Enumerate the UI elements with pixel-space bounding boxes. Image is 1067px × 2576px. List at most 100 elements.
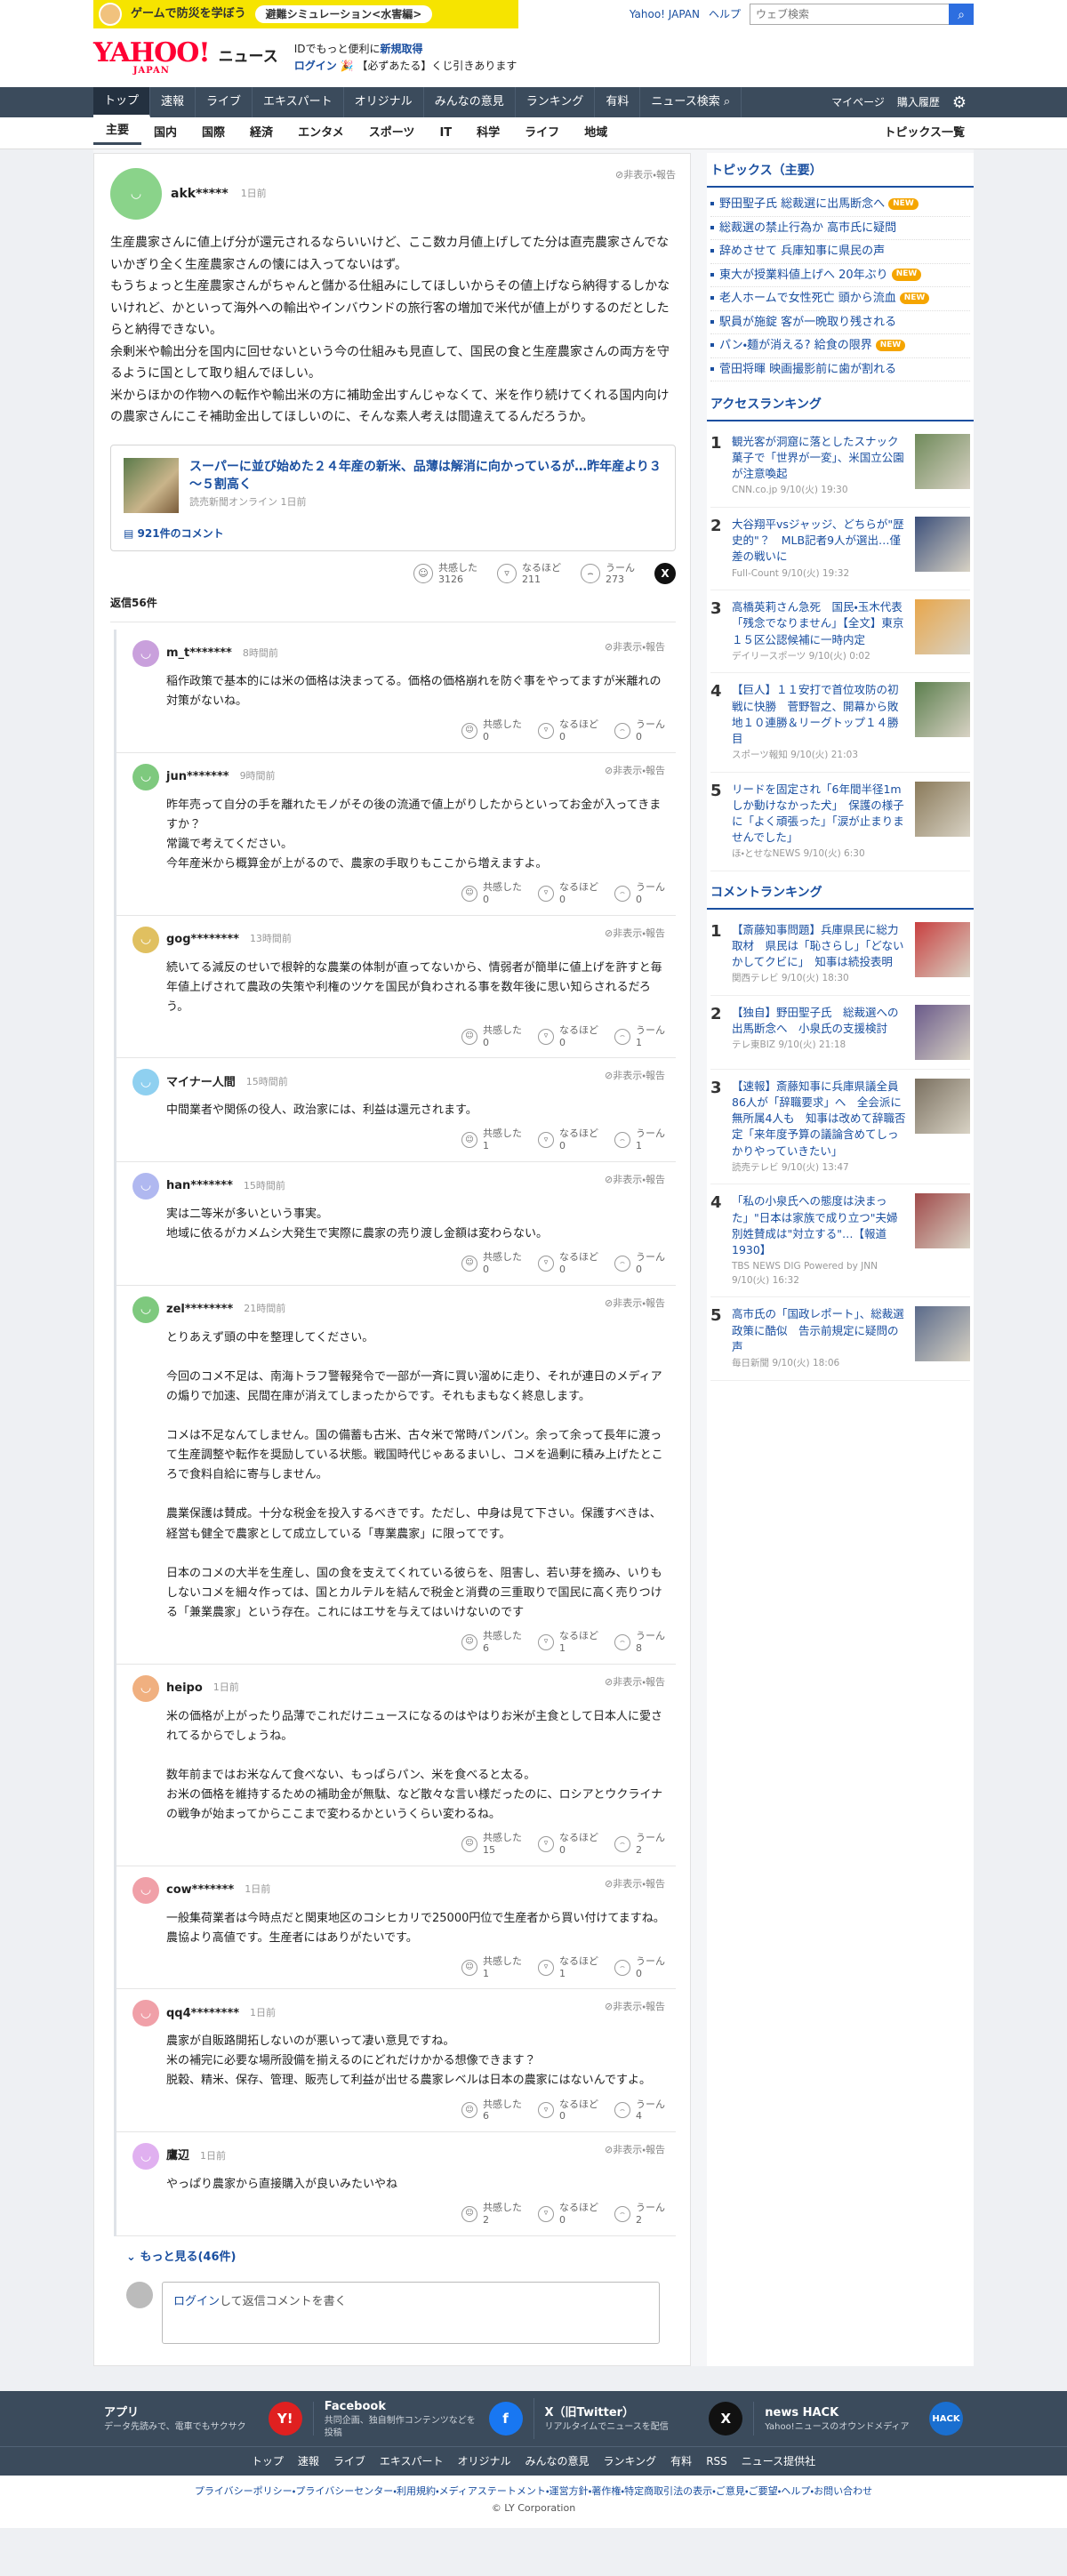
hmm-button[interactable]: ⌢ うーん 2 [614,1832,665,1857]
comment-user[interactable]: qq4******** [166,2005,239,2023]
promo-banner[interactable]: ゲームで防災を学ぼう 避難シミュレーション<水害編> [93,0,518,28]
empathy-button[interactable]: ☺ 共感した 3126 [413,562,477,587]
cat-domestic[interactable]: 国内 [141,124,189,142]
ranking-item[interactable]: 5 リードを固定され「6年間半径1mしか動けなかった犬」 保護の様子に「よく頑張っ… [710,773,970,871]
ranking-title[interactable]: 【速報】斎藤知事に兵庫県議全員86人が「辞職要求」へ 全会派に無所属4人も 知事… [732,1079,908,1160]
footer-nav-item[interactable]: トップ [252,2453,284,2469]
topic-title[interactable]: 辞めさせて 兵庫知事に県民の声 [719,245,885,258]
comment-user[interactable]: zel******** [166,1301,233,1319]
search-button[interactable]: ⌕ [949,4,974,25]
ranking-title[interactable]: リードを固定され「6年間半径1mしか動けなかった犬」 保護の様子に「よく頑張った… [732,782,908,847]
access-ranking-heading[interactable]: アクセスランキング [707,387,974,421]
comment-user[interactable]: m_t******* [166,645,232,662]
empathy-button[interactable]: ☺ 共感した 6 [461,2099,522,2123]
empathy-button[interactable]: ☺ 共感した 1 [461,1955,522,1980]
web-search-input[interactable] [750,4,949,25]
empathy-button[interactable]: ☺ 共感した 6 [461,1630,522,1655]
topic-item[interactable]: 老人ホームで女性死亡 頭から流血 NEW [710,287,970,311]
hmm-button[interactable]: ⌢ うーん 0 [614,881,665,906]
cat-economy[interactable]: 経済 [237,124,285,142]
x-share-icon[interactable]: X [654,563,676,585]
nav-top[interactable]: トップ [93,87,151,117]
hide-report-link[interactable]: ⊘非表示・報告 [605,2000,665,2015]
hmm-button[interactable]: ⌢ うーん 2 [614,2202,665,2227]
hmm-button[interactable]: ⌢ うーん 0 [614,1251,665,1276]
insight-button[interactable]: ▿ なるほど 0 [538,1024,598,1049]
footer-nav-item[interactable]: 速報 [298,2453,319,2469]
empathy-button[interactable]: ☺ 共感した 0 [461,1251,522,1276]
footer-app-0[interactable]: アプリ データ先読みで、電車でもサクサク Y! [93,2402,314,2436]
topic-item[interactable]: 総裁選の禁止行為か 高市氏に疑問 [710,217,970,240]
topic-title[interactable]: 総裁選の禁止行為か 高市氏に疑問 [719,221,896,235]
cat-local[interactable]: 地域 [572,124,620,142]
article-title[interactable]: スーパーに並び始めた２４年産の新米、品薄は解消に向かっているが…昨年産より３～５… [189,458,662,494]
empathy-button[interactable]: ☺ 共感した 1 [461,1128,522,1152]
comment-user[interactable]: heipo [166,1680,203,1697]
hmm-button[interactable]: ⌢ うーん 0 [614,1955,665,1980]
footer-app-3[interactable]: news HACK Yahoo!ニュースのオウンドメディア HACK [754,2402,974,2436]
comment-user[interactable]: 鷹辺 [166,2147,189,2165]
nav-paid[interactable]: 有料 [595,87,641,117]
footer-nav-item[interactable]: ランキング [604,2453,657,2469]
comment-user[interactable]: cow******* [166,1882,234,1899]
ranking-item[interactable]: 3 高橋英莉さん急死 国民・玉木代表「残念でなりません」【全文】東京１５区公認候補… [710,590,970,674]
yahoo-logo[interactable]: YAHOO! JAPAN [93,40,211,76]
cat-sports[interactable]: スポーツ [357,124,428,142]
insight-button[interactable]: ▿ なるほど 0 [538,718,598,743]
cat-entertainment[interactable]: エンタメ [285,124,357,142]
help-link[interactable]: ヘルプ [709,6,741,22]
comment-ranking-heading[interactable]: コメントランキング [707,875,974,910]
topic-title[interactable]: 駅員が施錠 客が一晩取り残される [719,316,896,329]
ranking-title[interactable]: 【独自】野田聖子氏 総裁選への出馬断念へ 小泉氏の支援検討 [732,1005,908,1037]
ranking-item[interactable]: 5 高市氏の「国政レポート」、総裁選政策に酷似 告示前規定に疑問の声 毎日新聞 9/… [710,1297,970,1381]
insight-button[interactable]: ▿ なるほど 0 [538,1251,598,1276]
ranking-item[interactable]: 1 【斎藤知事問題】兵庫県民に総力取材 県民は「恥さらし」「どないかしてクビに」 … [710,913,970,996]
comment-user[interactable]: akk***** [171,185,229,204]
topic-item[interactable]: パン・麺が消える? 給食の限界 NEW [710,334,970,358]
hmm-button[interactable]: ⌢ うーん 4 [614,2099,665,2123]
ranking-title[interactable]: 【巨人】１１安打で首位攻防の初戦に快勝 菅野智之、開幕から敗地１０連勝＆リーグト… [732,682,908,747]
lottery-link[interactable]: 【必ずあたる】くじ引きあります [357,60,517,72]
cat-science[interactable]: 科学 [464,124,512,142]
ranking-item[interactable]: 4 【巨人】１１安打で首位攻防の初戦に快勝 菅野智之、開幕から敗地１０連勝＆リーグ… [710,673,970,773]
hmm-button[interactable]: ⌢ うーん 273 [581,562,635,587]
topic-item[interactable]: 東大が授業料値上げへ 20年ぶり NEW [710,264,970,287]
comment-user[interactable]: gog******** [166,931,239,949]
topic-item[interactable]: 辞めさせて 兵庫知事に県民の声 [710,240,970,264]
hide-report-link[interactable]: ⊘非表示・報告 [615,168,676,183]
hide-report-link[interactable]: ⊘非表示・報告 [605,764,665,779]
ranking-title[interactable]: 高橋英莉さん急死 国民・玉木代表「残念でなりません」【全文】東京１５区公認候補に… [732,599,908,647]
comment-user[interactable]: マイナー人間 [166,1074,236,1092]
topics-list-link[interactable]: トピックス一覧 [884,124,974,142]
ranking-item[interactable]: 4 「私の小泉氏への態度は決まった」"日本は家族で成り立つ"夫婦別姓賛成は"対立す… [710,1184,970,1298]
cat-life[interactable]: ライフ [512,124,572,142]
ranking-title[interactable]: 観光客が洞窟に落としたスナック菓子で「世界が一変」、米国立公園が注意喚起 [732,434,908,482]
hide-report-link[interactable]: ⊘非表示・報告 [605,1069,665,1084]
footer-nav-item[interactable]: エキスパート [380,2453,444,2469]
empathy-button[interactable]: ☺ 共感した 2 [461,2202,522,2227]
show-more-button[interactable]: ⌄ もっと見る(46件) [110,2236,676,2279]
footer-app-1[interactable]: Facebook 共同企画、独自制作コンテンツなどを投稿 f [314,2397,534,2440]
nav-ranking[interactable]: ランキング [516,87,596,117]
footer-nav-item[interactable]: ニュース提供社 [742,2453,815,2469]
hide-report-link[interactable]: ⊘非表示・報告 [605,2143,665,2158]
insight-button[interactable]: ▿ なるほど 211 [497,562,561,587]
nav-original[interactable]: オリジナル [344,87,424,117]
topic-item[interactable]: 菅田将暉 映画撮影前に歯が割れる [710,358,970,381]
nav-opinion[interactable]: みんなの意見 [424,87,516,117]
ranking-item[interactable]: 2 大谷翔平vsジャッジ、どちらが"歴史的"？ MLB記者9人が選出…僅差の戦いに… [710,508,970,591]
comment-user[interactable]: jun******* [166,768,229,786]
hide-report-link[interactable]: ⊘非表示・報告 [605,927,665,942]
empathy-button[interactable]: ☺ 共感した 0 [461,1024,522,1049]
topic-item[interactable]: 野田聖子氏 総裁選に出馬断念へ NEW [710,193,970,217]
insight-button[interactable]: ▿ なるほど 0 [538,881,598,906]
footer-nav-item[interactable]: みんなの意見 [525,2453,590,2469]
nav-breaking[interactable]: 速報 [150,87,197,117]
insight-button[interactable]: ▿ なるほど 0 [538,1128,598,1152]
topic-title[interactable]: 野田聖子氏 総裁選に出馬断念へ [719,197,885,211]
ranking-title[interactable]: 「私の小泉氏への態度は決まった」"日本は家族で成り立つ"夫婦別姓賛成は"対立する… [732,1193,908,1258]
article-comments-link[interactable]: ▤ 921件のコメント [124,526,662,542]
news-logo-text[interactable]: ニュース [219,46,278,69]
hmm-button[interactable]: ⌢ うーん 8 [614,1630,665,1655]
empathy-button[interactable]: ☺ 共感した 0 [461,881,522,906]
